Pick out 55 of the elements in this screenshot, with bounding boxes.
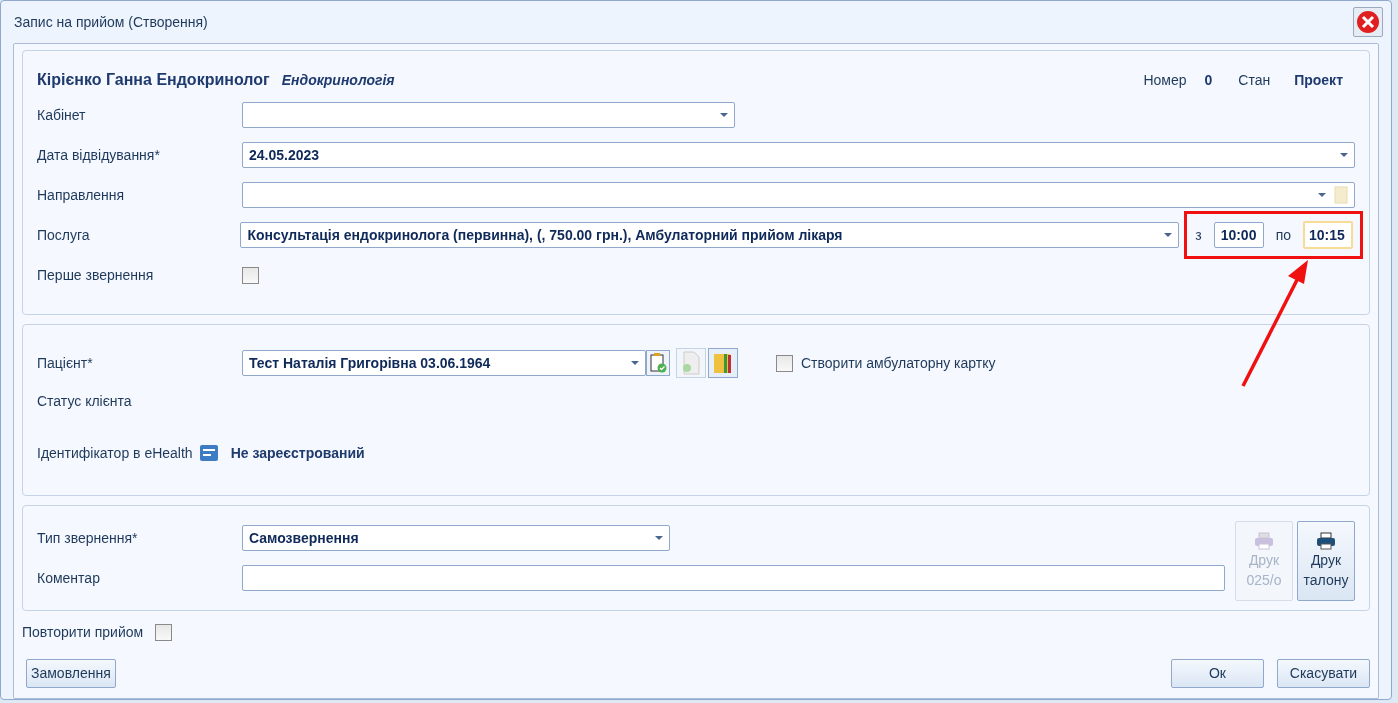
field-label: Коментар <box>37 568 101 588</box>
doctor-name: Кірієнко Ганна Ендокринолог <box>37 70 270 90</box>
dropdown-caret-icon <box>720 113 728 117</box>
folder-button[interactable] <box>708 348 738 378</box>
checkbox[interactable] <box>242 266 259 284</box>
ehealth-status: Не зареєстрований <box>230 443 365 463</box>
field-label: Статус клієнта <box>37 391 133 411</box>
visit-type-dropdown[interactable]: Самозвернення <box>242 525 670 551</box>
book-icon <box>1334 186 1348 204</box>
field-label: Направлення <box>37 185 126 205</box>
dropdown-caret-icon <box>1340 153 1348 157</box>
field-label: Перше звернення <box>37 265 155 285</box>
time-from-field[interactable]: 10:00 <box>1213 222 1264 248</box>
checkbox[interactable] <box>155 623 173 641</box>
comment-field[interactable] <box>242 565 1225 591</box>
field-label: Дата відвідування* <box>37 145 161 165</box>
clipboard-check-icon <box>649 353 667 373</box>
id-card-icon <box>198 444 219 462</box>
date-dropdown[interactable]: 24.05.2023 <box>242 142 1355 168</box>
close-icon <box>1356 10 1380 34</box>
document-add-icon <box>681 351 701 375</box>
field-label: Послуга <box>37 225 91 245</box>
create-card-label: Створити амбулаторну картку <box>801 353 996 373</box>
printer-icon <box>1254 532 1274 550</box>
patient-dropdown[interactable]: Тест Наталія Григорівна 03.06.1964 <box>242 350 646 376</box>
department-name: Ендокринологія <box>281 70 395 90</box>
number-value: 0 <box>1204 70 1213 90</box>
number-label: Номер <box>1143 70 1187 90</box>
field-label: Пацієнт* <box>37 353 94 373</box>
to-label: по <box>1275 225 1291 245</box>
state-label: Стан <box>1238 70 1271 90</box>
service-dropdown[interactable]: Консультація ендокринолога (первинна), (, 750.00 грн.), Амбулаторний прийом лікаря <box>240 222 1180 248</box>
time-to-field[interactable]: 10:15 <box>1303 221 1353 249</box>
print-button[interactable]: Друк талону <box>1297 521 1355 601</box>
field-label: Кабінет <box>37 105 87 125</box>
dropdown-caret-icon <box>655 536 663 540</box>
close-button[interactable] <box>1353 7 1383 37</box>
clipboard-check-button[interactable] <box>646 350 670 376</box>
dropdown-caret-icon <box>1164 233 1173 237</box>
checkbox[interactable] <box>776 354 793 372</box>
dropdown-caret-icon <box>1318 193 1326 197</box>
state-value: Проект <box>1294 70 1343 90</box>
order-button[interactable]: Замовлення <box>26 658 116 688</box>
referral-dropdown[interactable] <box>242 182 1355 208</box>
from-label: з <box>1195 225 1202 245</box>
field-label: Тип звернення* <box>37 528 139 548</box>
repeat-label: Повторити прийом <box>22 622 144 642</box>
ok-button[interactable]: Ок <box>1171 658 1264 688</box>
dropdown-caret-icon <box>631 361 639 365</box>
field-label: Ідентифікатор в eHealth <box>37 443 193 463</box>
window-title: Запис на прийом (Створення) <box>14 12 208 32</box>
folder-icon <box>712 351 734 375</box>
printer-icon <box>1316 532 1336 550</box>
cancel-button[interactable]: Скасувати <box>1277 658 1370 688</box>
cabinet-dropdown[interactable] <box>242 102 735 128</box>
